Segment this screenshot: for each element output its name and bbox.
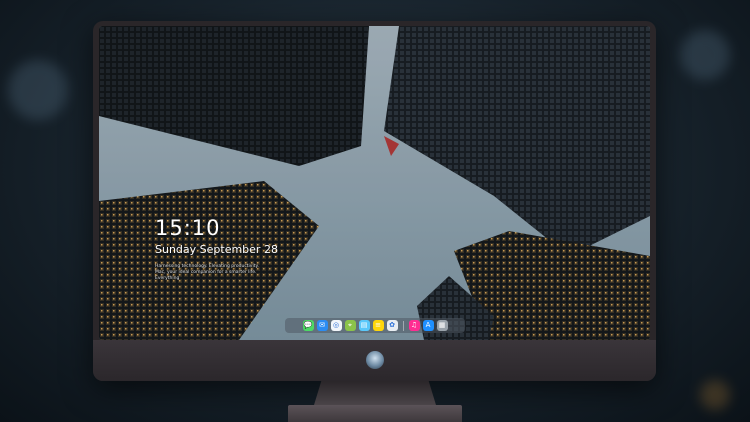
dock-notes-icon[interactable]: ≡ [372, 320, 384, 331]
background-bokeh [700, 380, 730, 410]
lock-screen-date: Sunday September 28 [155, 243, 278, 256]
wallpaper [99, 26, 650, 340]
dock-safari-icon[interactable]: ◎ [330, 320, 342, 331]
background-bokeh [8, 60, 68, 120]
monitor-stand-neck [314, 381, 436, 405]
dock-app-store-icon[interactable]: A [422, 320, 434, 331]
lock-screen-info: 15:10 Sunday September 28 Harnessing tec… [155, 216, 278, 282]
dock-mail-icon[interactable]: ✉ [316, 320, 328, 331]
desktop-screen: 15:10 Sunday September 28 Harnessing tec… [99, 26, 650, 340]
dock-separator [402, 320, 404, 331]
dock: 💬 ✉ ◎ ⌖ ▤ ≡ ✿ ♫ A ▦ [285, 318, 465, 333]
brand-logo-icon [366, 351, 384, 369]
dock-photos-icon[interactable]: ✿ [386, 320, 398, 331]
background-bokeh [680, 30, 730, 80]
imac-monitor: 15:10 Sunday September 28 Harnessing tec… [93, 21, 656, 381]
lock-screen-tagline: Harnessing technology. Elevating product… [155, 264, 259, 281]
monitor-chin [93, 340, 656, 381]
monitor-stand-foot [288, 405, 462, 422]
dock-music-icon[interactable]: ♫ [408, 320, 420, 331]
dock-trash-icon[interactable]: ▦ [436, 320, 448, 331]
dock-maps-icon[interactable]: ⌖ [344, 320, 356, 331]
lock-screen-clock: 15:10 [155, 216, 221, 240]
dock-finder-icon[interactable]: ▤ [358, 320, 370, 331]
dock-messages-icon[interactable]: 💬 [302, 320, 314, 331]
